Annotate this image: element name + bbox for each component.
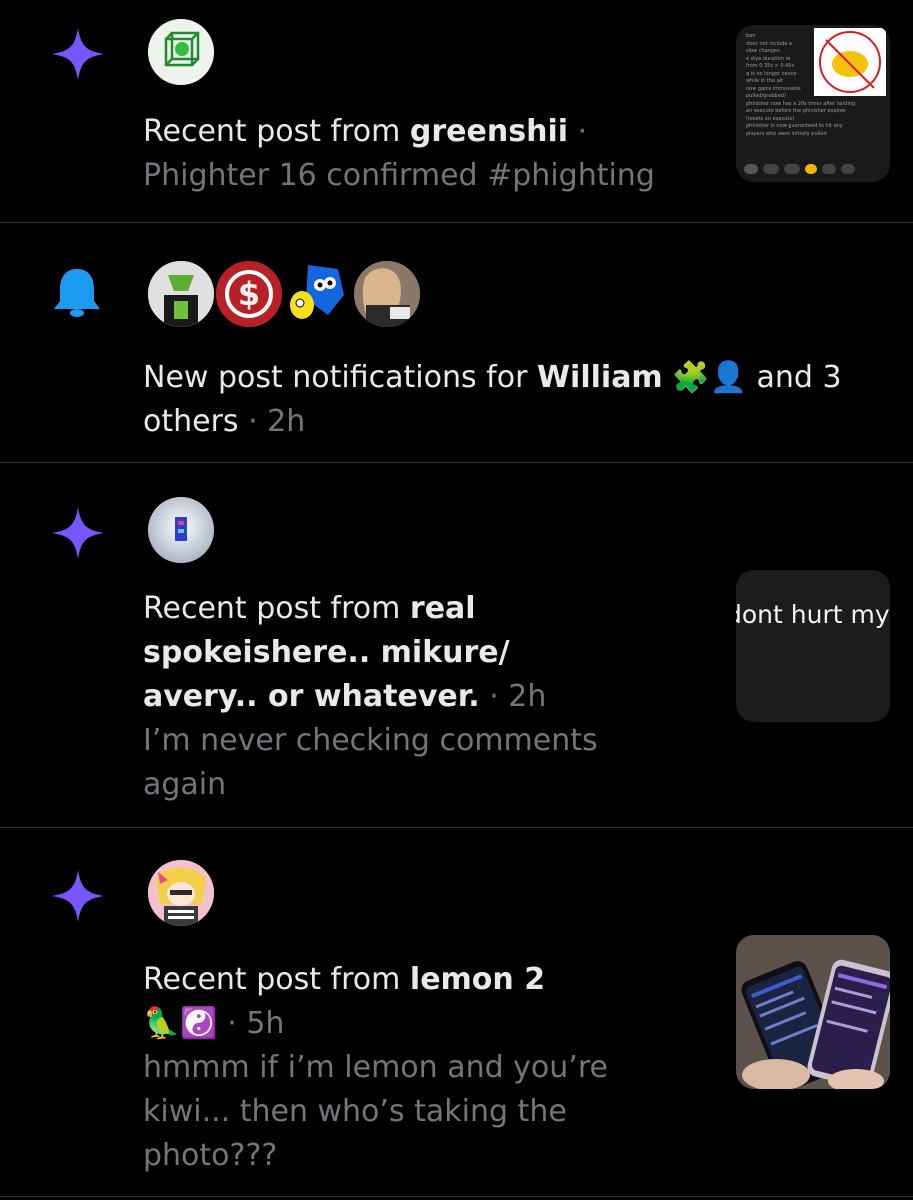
notification-item[interactable]: Recent post from greenshii · Phighter 16… — [0, 0, 913, 222]
sparkle-icon — [52, 870, 104, 922]
user-name[interactable]: greenshii — [410, 114, 568, 149]
avatar[interactable]: $ — [214, 259, 284, 329]
thumb-image — [736, 935, 890, 1089]
others-text: others — [143, 404, 239, 439]
svg-text:$: $ — [238, 275, 260, 313]
avatar[interactable] — [352, 259, 422, 329]
user-name[interactable]: William — [537, 360, 663, 395]
prefix-text: Recent post from — [143, 962, 410, 997]
post-thumbnail[interactable]: ban does not include a slow changes e st… — [736, 25, 890, 182]
notification-text: New post notifications for William 🧩👤 an… — [143, 356, 903, 444]
prefix-text: New post notifications for — [143, 360, 537, 395]
separator: · — [479, 679, 509, 714]
name-emoji: 🦜☯️ — [143, 1006, 218, 1041]
notification-item[interactable]: $ New post notifications for William 🧩� — [0, 223, 913, 462]
post-snippet: photo??? — [143, 1138, 278, 1173]
user-name-cont[interactable]: avery.. or whatever. — [143, 679, 480, 714]
post-snippet: again — [143, 767, 227, 802]
name-emoji: 🧩👤 — [672, 360, 747, 395]
separator: · — [568, 114, 588, 149]
notification-text: Recent post from real spokeishere.. miku… — [143, 587, 663, 807]
notification-text: Recent post from greenshii · Phighter 16… — [143, 110, 703, 198]
separator: · — [238, 404, 268, 439]
user-name[interactable]: lemon 2 — [410, 962, 545, 997]
timestamp: 2h — [267, 404, 306, 439]
avatar[interactable] — [148, 19, 214, 85]
sparkle-icon — [52, 28, 104, 80]
post-snippet: kiwi... then who’s taking the — [143, 1094, 567, 1129]
avatar-group: $ — [146, 259, 426, 329]
sparkle-icon — [52, 507, 104, 559]
bell-icon — [54, 269, 100, 317]
thumb-text: dont hurt my — [736, 600, 890, 629]
notification-item[interactable]: Recent post from lemon 2 🦜☯️ · 5h hmmm i… — [0, 828, 913, 1200]
divider — [0, 1196, 913, 1197]
post-snippet: Phighter 16 confirmed #phighting — [143, 158, 655, 193]
separator: · — [217, 1006, 247, 1041]
thumb-image — [814, 28, 886, 96]
prefix-text: Recent post from — [143, 591, 410, 626]
rest-text: and 3 — [746, 360, 842, 395]
notification-item[interactable]: Recent post from real spokeishere.. miku… — [0, 463, 913, 827]
post-thumbnail[interactable] — [736, 935, 890, 1089]
post-snippet: I’m never checking comments — [143, 723, 598, 758]
avatar[interactable] — [146, 259, 216, 329]
avatar[interactable] — [284, 259, 350, 325]
user-name[interactable]: real — [410, 591, 476, 626]
avatar[interactable] — [148, 860, 214, 926]
prefix-text: Recent post from — [143, 114, 410, 149]
notification-text: Recent post from lemon 2 🦜☯️ · 5h hmmm i… — [143, 958, 663, 1178]
post-snippet: hmmm if i’m lemon and you’re — [143, 1050, 608, 1085]
avatar[interactable] — [148, 497, 214, 563]
timestamp: 2h — [508, 679, 547, 714]
timestamp: 5h — [246, 1006, 285, 1041]
reaction-bar — [744, 164, 882, 174]
post-thumbnail[interactable]: dont hurt my — [736, 570, 890, 722]
user-name-cont[interactable]: spokeishere.. mikure/ — [143, 635, 510, 670]
